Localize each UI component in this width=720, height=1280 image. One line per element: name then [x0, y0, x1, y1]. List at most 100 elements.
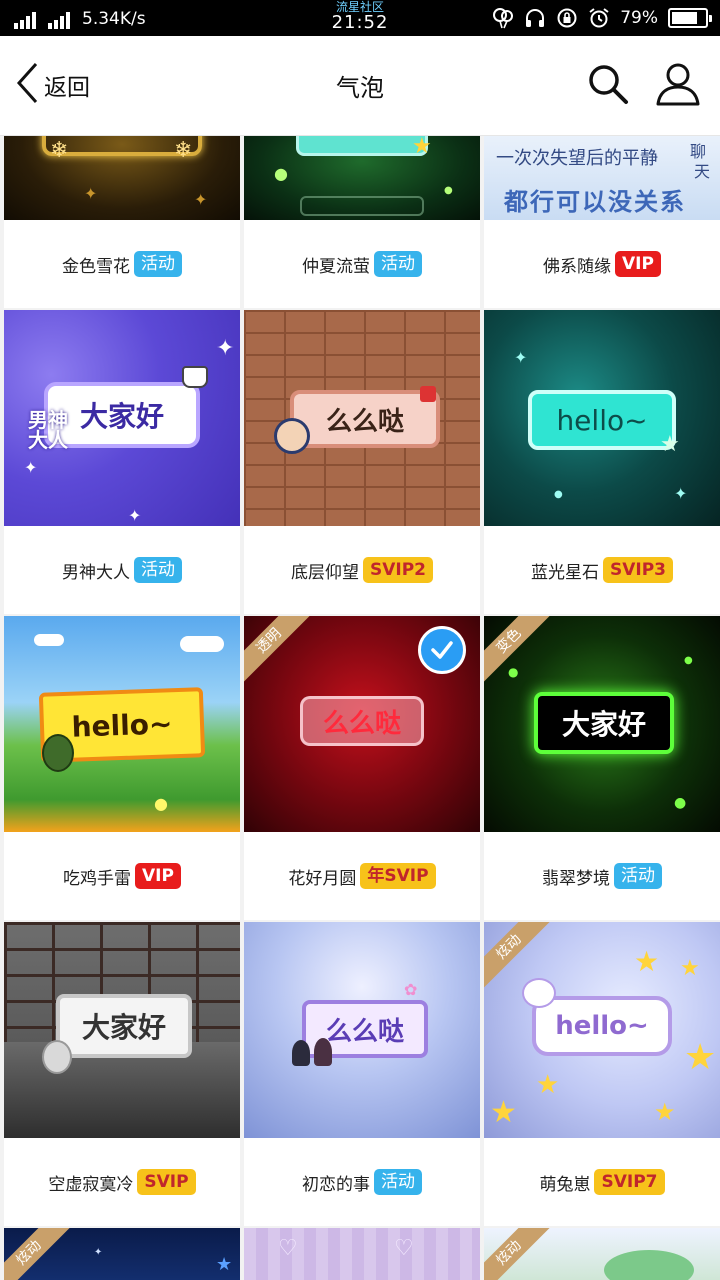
bubble-preview: 么么哒 ✿: [244, 922, 480, 1138]
bubble-item[interactable]: ✦ ✦ ✦ 大家好 男神大人 男神大人 活动: [4, 310, 240, 614]
badge-svip: SVIP: [137, 1169, 196, 1195]
bubble-preview: 炫动: [484, 1228, 720, 1280]
ribbon-label: 炫动: [4, 1228, 76, 1280]
bubble-preview: ● ● ● 大家好 变色: [484, 616, 720, 832]
signal-icon: [14, 11, 36, 29]
flower-icon: ✿: [404, 980, 418, 999]
cloud-icon: [34, 634, 64, 646]
user-icon: [654, 60, 702, 112]
bubble-item[interactable]: 么么哒 ✿ 初恋的事 活动: [244, 922, 480, 1226]
sparkle-icon: ✦: [194, 190, 208, 209]
badge-activity: 活动: [614, 863, 662, 889]
bubble-caption: 底层仰望 SVIP2: [244, 526, 480, 614]
back-button[interactable]: 返回: [14, 62, 90, 108]
star-icon: ★: [680, 956, 700, 981]
bubble-item[interactable]: 么么哒 透明 花好月圆 年SVIP: [244, 616, 480, 920]
bubble-preview: ✦ ✦ ✦ 大家好 男神大人: [4, 310, 240, 526]
status-time: 21:52: [331, 12, 389, 33]
bubble-item[interactable]: ✦ ★ 炫动: [4, 1228, 240, 1280]
heart-icon: ♡: [394, 1236, 414, 1261]
leaf-icon: [604, 1250, 694, 1280]
bubble-name: 花好月圆: [288, 868, 357, 889]
star-icon: ★: [684, 1037, 717, 1078]
bubble-item[interactable]: ♡ ♡: [244, 1228, 480, 1280]
bubble-item[interactable]: 炫动: [484, 1228, 720, 1280]
ribbon-label: 变色: [484, 616, 556, 688]
bubble-name: 金色雪花: [62, 256, 130, 277]
balloon-icon: [492, 7, 514, 29]
bubble-item[interactable]: ★ ● ● 仲夏流萤 活动: [244, 136, 480, 308]
preview-text: 天: [694, 162, 711, 181]
bubble-caption: 男神大人 活动: [4, 526, 240, 614]
bubble-item[interactable]: ❄ ❄ ✦ ✦ 金色雪花 活动: [4, 136, 240, 308]
bubble-preview: hello~ ●: [4, 616, 240, 832]
bubble-caption: 金色雪花 活动: [4, 220, 240, 308]
sparkle-icon: ●: [674, 795, 687, 811]
bubble-caption: 初恋的事 活动: [244, 1138, 480, 1226]
bubble-caption: 仲夏流萤 活动: [244, 220, 480, 308]
star-icon: ★: [634, 945, 660, 978]
headphones-icon: [524, 7, 546, 29]
bubble-caption: 蓝光星石 SVIP3: [484, 526, 720, 614]
firefly-icon: ●: [444, 185, 453, 196]
bubble-preview: 么么哒 透明: [244, 616, 480, 832]
battery-icon: [668, 8, 712, 28]
cloud-icon: [180, 636, 224, 652]
bubble-name: 底层仰望: [290, 562, 359, 583]
bubble-name: 男神大人: [62, 562, 130, 583]
badge-activity: 活动: [374, 1169, 422, 1195]
bubble-item[interactable]: ★ ★ ★ ★ ★ ★ hello~ 炫动 萌兔崽 SVIP7: [484, 922, 720, 1226]
battery-fill: [672, 12, 698, 24]
bubble-item[interactable]: ✦ ✦ ● hello~ ★ 蓝光星石 SVIP3: [484, 310, 720, 614]
bubble-name: 蓝光星石: [530, 562, 599, 583]
sparkle-icon: ✦: [514, 348, 528, 367]
bunny-icon: [522, 978, 556, 1008]
bubble-sample: 大家好: [534, 692, 674, 754]
bubble-name: 佛系随缘: [543, 256, 612, 277]
avatar: [42, 1040, 72, 1074]
badge-svip: SVIP7: [594, 1169, 665, 1195]
snowflake-icon: ❄: [50, 138, 69, 163]
bubble-caption: 花好月圆 年SVIP: [244, 832, 480, 920]
badge-activity: 活动: [374, 251, 422, 277]
bubble-name: 初恋的事: [302, 1174, 370, 1195]
bubble-sample: hello~: [532, 996, 672, 1056]
search-button[interactable]: [584, 62, 632, 110]
bubble-name: 萌兔崽: [539, 1174, 591, 1195]
bubble-item[interactable]: 一次次失望后的平静 都行可以没关系 聊 天 佛系随缘 VIP: [484, 136, 720, 308]
search-icon: [586, 62, 630, 110]
sparkle-icon: ✦: [216, 336, 235, 361]
bubble-item[interactable]: 大家好 空虚寂寞冷 SVIP: [4, 922, 240, 1226]
star-icon: ★: [216, 1254, 233, 1275]
avatar: [274, 418, 310, 454]
alarm-icon: [588, 7, 610, 29]
status-bar: 5.34K/s 流星社区 21:52 79%: [0, 0, 720, 36]
battery-percent: 79%: [620, 8, 658, 28]
bubble-item[interactable]: hello~ ● 吃鸡手雷 VIP: [4, 616, 240, 920]
sparkle-icon: ✦: [674, 484, 688, 503]
bubble-name: 翡翠梦境: [542, 868, 610, 889]
bubble-item[interactable]: 么么哒 底层仰望 SVIP2: [244, 310, 480, 614]
star-icon: ★: [660, 432, 680, 457]
profile-button[interactable]: [654, 62, 702, 110]
star-icon: ★: [654, 1098, 676, 1126]
bubble-item[interactable]: ● ● ● 大家好 变色 翡翠梦境 活动: [484, 616, 720, 920]
ribbon-label: 透明: [244, 616, 316, 688]
bubble-preview: ★ ★ ★ ★ ★ ★ hello~ 炫动: [484, 922, 720, 1138]
avatar: [314, 1038, 332, 1066]
bubble-preview: 么么哒: [244, 310, 480, 526]
sparkle-icon: ✦: [94, 1247, 103, 1258]
hat-icon: [182, 366, 208, 388]
preview-text: 都行可以没关系: [504, 188, 686, 216]
bubble-caption: 空虚寂寞冷 SVIP: [4, 1138, 240, 1226]
firefly-icon: ●: [274, 164, 288, 183]
bubble-sample: 么么哒: [300, 696, 424, 746]
snowflake-icon: ❄: [174, 138, 193, 163]
sparkle-icon: ✦: [128, 506, 142, 525]
bubble-preview: ★ ● ●: [244, 136, 480, 220]
sparkle-icon: ✦: [24, 458, 38, 477]
sparkle-icon: ●: [508, 665, 519, 679]
app-header: 返回 气泡: [0, 36, 720, 136]
badge-activity: 活动: [134, 557, 182, 583]
bubble-sample: hello~: [528, 390, 676, 450]
